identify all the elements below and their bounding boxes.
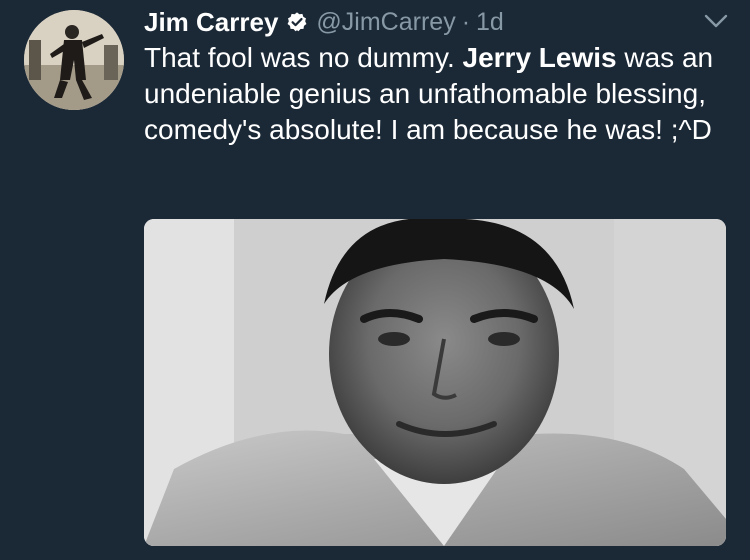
tweet-text-part1: That fool was no dummy.	[144, 42, 463, 73]
tweet-text-bold: Jerry Lewis	[462, 42, 617, 73]
avatar[interactable]	[24, 10, 124, 110]
chevron-down-icon[interactable]	[700, 10, 732, 32]
tweet-media-image[interactable]	[144, 219, 726, 546]
media-photo	[144, 219, 726, 546]
separator-dot: ·	[461, 7, 471, 36]
display-name[interactable]: Jim Carrey	[144, 7, 278, 38]
verified-badge-icon	[286, 11, 308, 33]
timestamp[interactable]: 1d	[476, 8, 504, 37]
tweet-text: That fool was no dummy. Jerry Lewis was …	[144, 40, 734, 148]
tweet: Jim Carrey @JimCarrey · 1d That fool was…	[0, 0, 750, 560]
user-handle[interactable]: @JimCarrey	[316, 8, 455, 37]
avatar-photo	[24, 10, 124, 110]
tweet-header: Jim Carrey @JimCarrey · 1d	[144, 4, 504, 40]
